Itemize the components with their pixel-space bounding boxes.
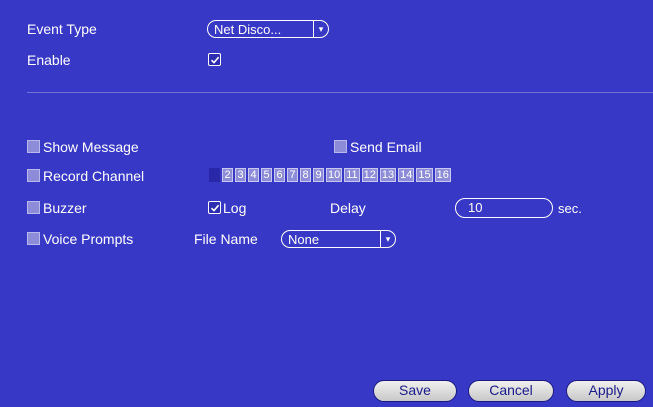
record-channel-label: Record Channel (43, 168, 145, 184)
buzzer-checkbox[interactable] (27, 201, 40, 214)
record-channel-3[interactable]: 3 (235, 168, 246, 182)
show-message-checkbox[interactable] (27, 140, 40, 153)
delay-unit: sec. (558, 201, 582, 216)
save-button[interactable]: Save (373, 380, 457, 402)
apply-button[interactable]: Apply (566, 380, 646, 402)
enable-label: Enable (27, 52, 71, 68)
record-channel-11[interactable]: 11 (344, 168, 360, 182)
event-type-value: Net Disco... (214, 21, 282, 37)
log-checkbox[interactable] (208, 201, 221, 214)
enable-checkbox[interactable] (208, 53, 221, 66)
voice-prompts-checkbox[interactable] (27, 232, 40, 245)
record-channel-14[interactable]: 14 (398, 168, 415, 182)
event-type-label: Event Type (27, 21, 97, 37)
record-channel-9[interactable]: 9 (313, 168, 324, 182)
record-channel-6[interactable]: 6 (274, 168, 285, 182)
record-channel-checkbox[interactable] (27, 169, 40, 182)
record-channel-8[interactable]: 8 (300, 168, 311, 182)
record-channel-10[interactable]: 10 (326, 168, 343, 182)
event-type-dropdown[interactable]: Net Disco... ▾ (207, 20, 329, 38)
chevron-down-icon: ▾ (313, 21, 328, 37)
record-channel-2[interactable]: 2 (222, 168, 233, 182)
checkmark-icon (210, 56, 219, 64)
section-divider (27, 92, 653, 93)
record-channel-15[interactable]: 15 (416, 168, 433, 182)
file-name-value: None (288, 231, 320, 247)
record-channel-12[interactable]: 12 (361, 168, 378, 182)
show-message-label: Show Message (43, 139, 139, 155)
chevron-down-icon: ▾ (380, 231, 395, 247)
record-channel-4[interactable]: 4 (248, 168, 259, 182)
delay-input[interactable]: 10 (455, 198, 553, 218)
delay-value: 10 (468, 200, 483, 215)
record-channel-selector: 1 2 3 4 5 6 7 8 9 10 11 12 13 14 15 16 (209, 168, 451, 182)
buzzer-label: Buzzer (43, 200, 87, 216)
alarm-settings-panel: Event Type Net Disco... ▾ Enable Show Me… (0, 0, 653, 407)
checkmark-icon (210, 204, 219, 212)
voice-prompts-label: Voice Prompts (43, 231, 134, 247)
record-channel-16[interactable]: 16 (434, 168, 451, 182)
send-email-checkbox[interactable] (334, 140, 347, 153)
record-channel-7[interactable]: 7 (287, 168, 298, 182)
record-channel-1[interactable]: 1 (209, 168, 220, 182)
send-email-label: Send Email (350, 139, 422, 155)
delay-label: Delay (330, 200, 366, 216)
record-channel-13[interactable]: 13 (379, 168, 397, 182)
record-channel-5[interactable]: 5 (261, 168, 272, 182)
file-name-dropdown[interactable]: None ▾ (281, 230, 396, 248)
cancel-button[interactable]: Cancel (468, 380, 554, 402)
file-name-label: File Name (194, 231, 258, 247)
log-label: Log (223, 200, 247, 216)
